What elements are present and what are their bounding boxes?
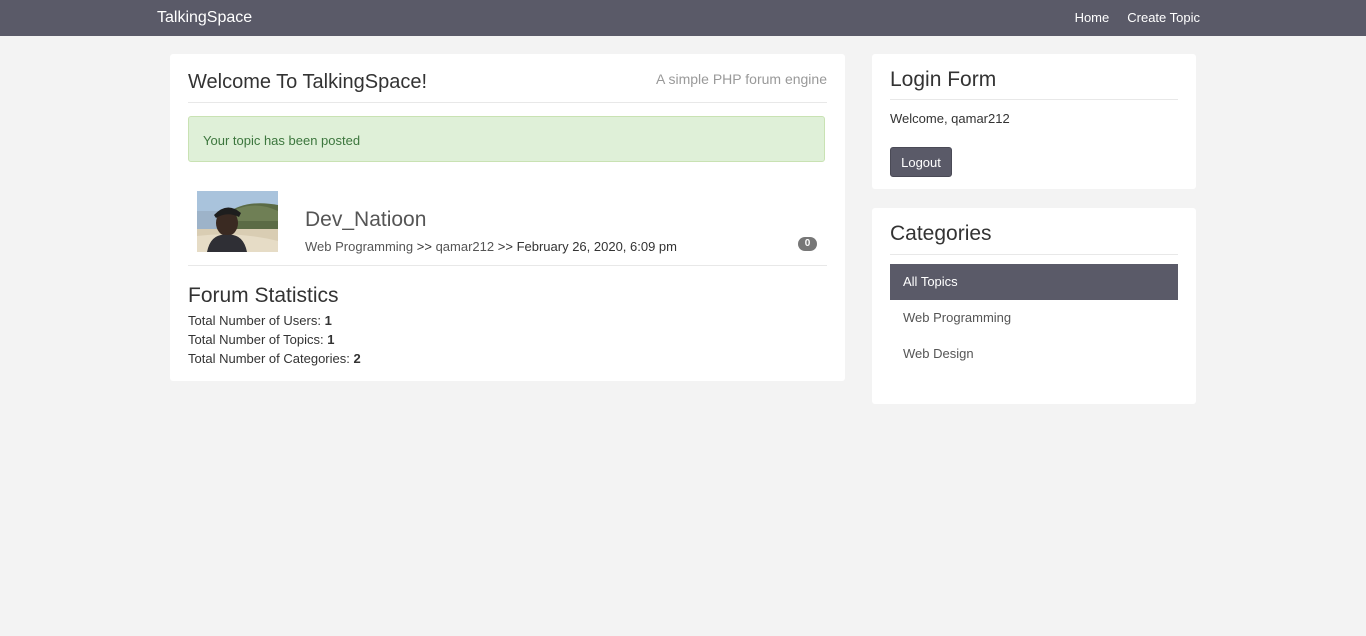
- reply-count-badge: 0: [798, 237, 817, 251]
- stat-users: Total Number of Users: 1: [188, 313, 332, 328]
- login-title: Login Form: [890, 68, 997, 91]
- meta-separator: >>: [497, 239, 513, 254]
- categories-panel: Categories All Topics Web Programming We…: [872, 208, 1196, 404]
- category-item-web-programming[interactable]: Web Programming: [890, 300, 1178, 336]
- topic-date: February 26, 2020, 6:09 pm: [516, 239, 677, 254]
- stat-categories: Total Number of Categories: 2: [188, 351, 361, 366]
- stat-categories-label: Total Number of Categories:: [188, 351, 350, 366]
- success-alert: Your topic has been posted: [188, 116, 825, 162]
- alert-text: Your topic has been posted: [203, 133, 361, 148]
- stat-topics-label: Total Number of Topics:: [188, 332, 324, 347]
- main-panel: Welcome To TalkingSpace! A simple PHP fo…: [170, 54, 845, 381]
- topic-title-link[interactable]: Dev_Natioon: [305, 208, 426, 232]
- nav-links: Home Create Topic: [1075, 10, 1200, 25]
- brand-link[interactable]: TalkingSpace: [157, 9, 252, 27]
- categories-title: Categories: [890, 222, 992, 245]
- category-item-web-design[interactable]: Web Design: [890, 336, 1178, 372]
- stat-users-label: Total Number of Users:: [188, 313, 321, 328]
- page-title: Welcome To TalkingSpace!: [188, 71, 428, 93]
- stat-topics: Total Number of Topics: 1: [188, 332, 334, 347]
- title-divider: [188, 102, 827, 103]
- stats-title: Forum Statistics: [188, 284, 339, 307]
- categories-divider: [890, 254, 1178, 255]
- stat-users-value: 1: [324, 313, 332, 328]
- topic-meta: Web Programming >> qamar212 >> February …: [305, 239, 677, 254]
- meta-separator: >>: [416, 239, 432, 254]
- avatar-photo: [197, 191, 278, 252]
- category-item-all-topics[interactable]: All Topics: [890, 264, 1178, 300]
- welcome-text: Welcome, qamar212: [890, 111, 1010, 126]
- login-divider: [890, 99, 1178, 100]
- topic-category-link[interactable]: Web Programming: [305, 239, 413, 254]
- login-panel: Login Form Welcome, qamar212 Logout: [872, 54, 1196, 189]
- category-list: All Topics Web Programming Web Design: [890, 264, 1178, 372]
- page-tagline: A simple PHP forum engine: [656, 71, 827, 87]
- nav-create-topic-link[interactable]: Create Topic: [1127, 10, 1200, 25]
- logout-button[interactable]: Logout: [890, 147, 952, 177]
- nav-home-link[interactable]: Home: [1075, 10, 1110, 25]
- top-navbar: TalkingSpace Home Create Topic: [0, 0, 1366, 36]
- stat-categories-value: 2: [353, 351, 361, 366]
- topic-author-link[interactable]: qamar212: [436, 239, 495, 254]
- stat-topics-value: 1: [327, 332, 335, 347]
- topic-divider: [188, 265, 827, 266]
- user-avatar: [197, 191, 278, 252]
